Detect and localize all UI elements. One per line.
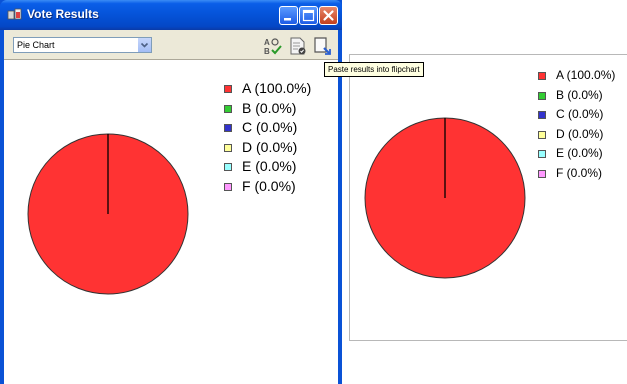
legend-label: E (0.0%) (242, 158, 297, 174)
flipchart-panel: A (100.0%) B (0.0%) C (0.0%) D (0.0%) E (0.0… (349, 54, 627, 341)
legend-label: D (0.0%) (556, 126, 604, 141)
legend-swatch (224, 85, 232, 93)
minimize-icon (284, 18, 291, 21)
legend-label: A (100.0%) (556, 68, 616, 82)
window-title: Vote Results (27, 7, 99, 21)
legend-label: E (0.0%) (556, 146, 603, 160)
legend-label: C (0.0%) (556, 107, 604, 121)
svg-text:B: B (264, 47, 270, 56)
legend-swatch (538, 169, 546, 178)
chart-type-select[interactable]: Pie Chart (13, 37, 152, 53)
legend-label: F (0.0%) (242, 177, 296, 194)
legend-label: D (0.0%) (242, 138, 298, 155)
legend-swatch (224, 124, 232, 132)
legend-label: B (0.0%) (242, 99, 297, 116)
pie-chart-left (27, 133, 189, 295)
toolbar: Pie Chart A B (4, 30, 338, 60)
legend-swatch (538, 111, 546, 119)
chart-type-value: Pie Chart (17, 40, 55, 50)
paste-to-flipchart-icon[interactable] (312, 36, 332, 56)
chevron-down-icon[interactable] (137, 38, 151, 52)
window-client-area: Pie Chart A B A (100.0%) B (0.0%) C (0.0… (4, 30, 338, 384)
legend-swatch (224, 163, 232, 171)
sort-ab-check-icon[interactable]: A B (263, 36, 283, 56)
legend-label: F (0.0%) (556, 165, 603, 180)
legend-swatch (224, 143, 232, 152)
maximize-icon (302, 9, 315, 22)
svg-text:A: A (264, 38, 270, 47)
close-icon (323, 10, 334, 21)
legend-label: A (100.0%) (242, 80, 312, 96)
close-button[interactable] (319, 6, 338, 25)
title-bar[interactable]: Vote Results (0, 0, 342, 30)
vote-results-window: Vote Results Pie Chart A B A (100.0%) B … (0, 0, 342, 384)
legend-label: C (0.0%) (242, 119, 298, 135)
legend-swatch (224, 104, 232, 113)
legend-swatch (538, 91, 546, 100)
minimize-button[interactable] (279, 6, 298, 25)
legend-swatch (538, 72, 546, 80)
maximize-button[interactable] (299, 6, 318, 25)
pie-chart-right (364, 117, 526, 279)
legend-label: B (0.0%) (556, 87, 603, 102)
tooltip: Paste results into flipchart (324, 62, 424, 77)
app-icon (7, 8, 22, 20)
document-check-icon[interactable] (288, 36, 308, 56)
legend-swatch (224, 182, 232, 191)
legend-swatch (538, 130, 546, 139)
legend-swatch (538, 150, 546, 158)
